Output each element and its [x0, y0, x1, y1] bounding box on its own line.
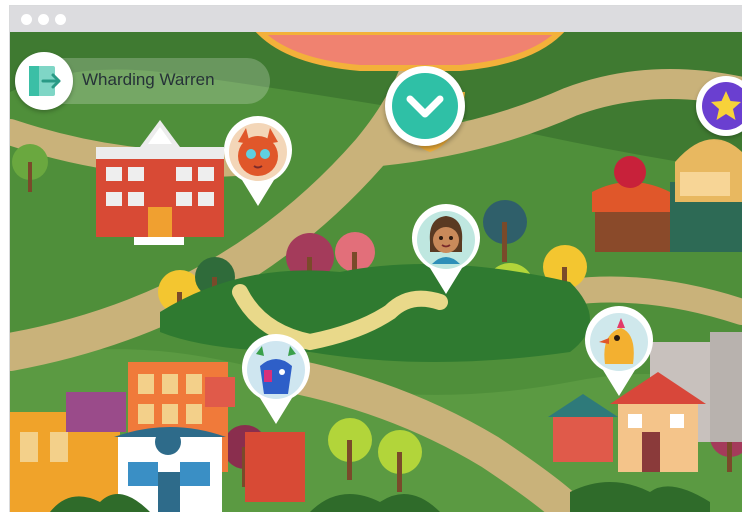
window-dot[interactable]: [38, 14, 49, 25]
red-cat-avatar-icon[interactable]: [220, 114, 296, 208]
star-icon: [711, 91, 741, 120]
exit-button[interactable]: [15, 52, 73, 110]
game-map: Wharding Warren: [10, 32, 742, 512]
yellow-bird-avatar-icon[interactable]: [581, 304, 657, 398]
chevron-down-icon: [406, 95, 444, 118]
app-window: Wharding Warren: [10, 6, 742, 512]
rewards-button[interactable]: [696, 76, 742, 136]
map-background: [10, 32, 742, 512]
user-name: Wharding Warren: [82, 70, 215, 89]
window-titlebar: [10, 6, 742, 32]
collapse-menu-button[interactable]: [385, 66, 465, 146]
blue-moose-avatar-icon[interactable]: [238, 332, 314, 426]
window-dot[interactable]: [21, 14, 32, 25]
exit-door-icon: [29, 66, 61, 96]
window-dot[interactable]: [55, 14, 66, 25]
girl-avatar-icon[interactable]: [408, 202, 484, 296]
